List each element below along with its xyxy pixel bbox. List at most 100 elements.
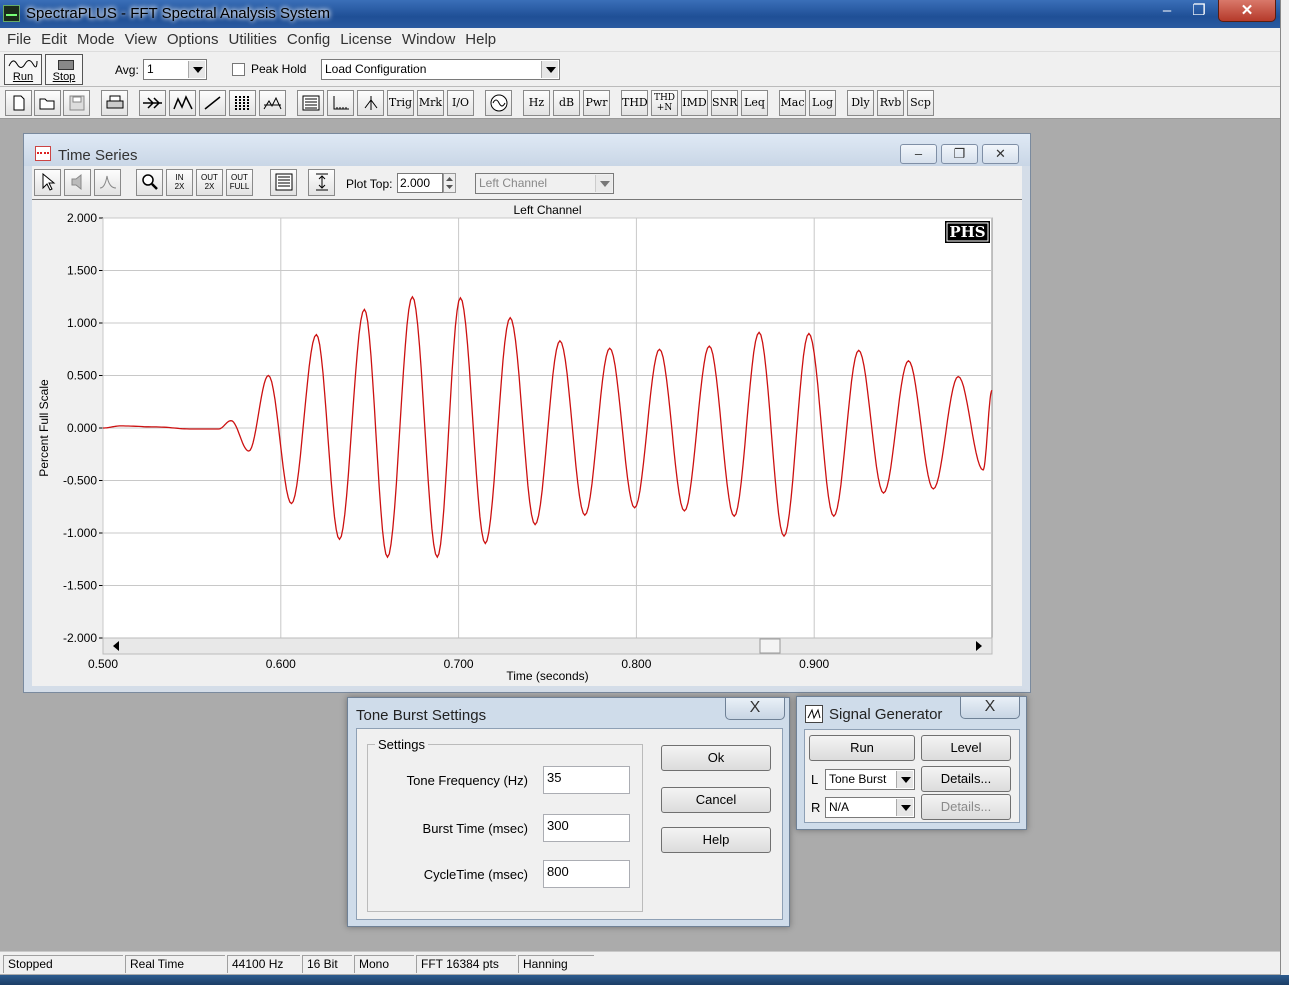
ok-button[interactable]: Ok <box>661 745 771 771</box>
child-close-button[interactable]: ✕ <box>982 144 1019 164</box>
imd-button[interactable]: IMD <box>681 90 708 116</box>
trig-button[interactable]: Trig <box>387 90 414 116</box>
avg-label: Avg: <box>115 63 139 77</box>
snr-button[interactable]: SNR <box>711 90 738 116</box>
chevron-down-icon <box>896 771 913 788</box>
maximize-button[interactable]: ❐ <box>1184 0 1214 22</box>
time-series-title: Time Series <box>58 147 138 164</box>
menu-config[interactable]: Config <box>280 28 333 48</box>
generator-run-button[interactable]: Run <box>809 735 915 761</box>
peak-hold-checkbox[interactable] <box>232 63 245 76</box>
layout-icon <box>302 95 319 111</box>
stop-button[interactable]: Stop <box>45 54 83 85</box>
run-button[interactable]: Run <box>4 54 42 85</box>
generator-level-button[interactable]: Level <box>921 735 1011 761</box>
configuration-select[interactable]: Load Configuration <box>321 59 560 80</box>
log-button[interactable]: Log <box>809 90 836 116</box>
zoom-out-2x-button[interactable]: OUT 2X <box>196 169 223 196</box>
open-file-button[interactable] <box>34 90 61 116</box>
menu-license[interactable]: License <box>333 28 395 48</box>
tone-burst-close-button[interactable]: X <box>725 698 785 720</box>
peak-curve-icon <box>99 175 116 189</box>
status-fft-size: FFT 16384 pts <box>416 955 516 973</box>
peak-button[interactable] <box>94 169 121 196</box>
cursor-button[interactable] <box>357 90 384 116</box>
zoom-button[interactable] <box>136 169 163 196</box>
mode-spectrogram-button[interactable] <box>229 90 256 116</box>
child-maximize-button[interactable]: ❐ <box>941 144 978 164</box>
leq-button[interactable]: Leq <box>741 90 768 116</box>
plot-layout-button[interactable] <box>270 169 297 196</box>
left-signal-select[interactable]: Tone Burst <box>825 769 915 790</box>
sine-wave-icon <box>8 60 38 68</box>
io-button[interactable]: I/O <box>447 90 474 116</box>
menu-options[interactable]: Options <box>160 28 222 48</box>
menu-window[interactable]: Window <box>395 28 458 48</box>
time-series-chart: 2.000 1.500 1.000 0.500 0.000 -0.500 -1.000 -1.… <box>37 203 993 683</box>
zoom-in-2x-button[interactable]: IN 2X <box>166 169 193 196</box>
save-file-button[interactable] <box>63 90 90 116</box>
signal-generator-button[interactable] <box>485 90 512 116</box>
right-signal-value: N/A <box>829 800 850 814</box>
signal-generator-client: Run Level L Tone Burst Details... R N/A … <box>804 729 1020 823</box>
left-signal-value: Tone Burst <box>829 772 887 786</box>
y-tick-label: 1.500 <box>67 264 97 278</box>
layout-icon <box>275 173 292 191</box>
y-tick-label: -1.500 <box>63 579 97 593</box>
mrk-button[interactable]: Mrk <box>417 90 444 116</box>
thd-n-button[interactable]: THD +N <box>651 90 678 116</box>
cancel-button[interactable]: Cancel <box>661 787 771 813</box>
right-signal-select[interactable]: N/A <box>825 797 915 818</box>
desktop-edge <box>1280 0 1289 975</box>
x-tick-label: 0.600 <box>266 657 296 671</box>
zoom-out-full-button[interactable]: OUT FULL <box>226 169 253 196</box>
close-button[interactable]: ✕ <box>1218 0 1276 22</box>
chevron-down-icon <box>541 61 558 78</box>
thd-button[interactable]: THD <box>621 90 648 116</box>
arrow-pointer-icon <box>42 172 55 191</box>
tone-burst-client: Settings Tone Frequency (Hz) 35 Burst Ti… <box>356 728 783 920</box>
pwr-button[interactable]: Pwr <box>583 90 610 116</box>
plot-top-input[interactable]: 2.000 <box>397 173 443 193</box>
mode-3d-button[interactable] <box>259 90 286 116</box>
help-button[interactable]: Help <box>661 827 771 853</box>
tone-frequency-field[interactable]: 35 <box>543 766 630 794</box>
plot-top-spinner[interactable] <box>443 173 456 193</box>
axis-button[interactable] <box>327 90 354 116</box>
menu-file[interactable]: File <box>0 28 34 48</box>
chevron-down-icon <box>188 61 205 78</box>
new-file-button[interactable] <box>5 90 32 116</box>
x-tick-label: 0.900 <box>799 657 829 671</box>
menu-mode[interactable]: Mode <box>70 28 118 48</box>
print-button[interactable] <box>101 90 128 116</box>
axis-icon <box>333 96 349 110</box>
window-layout-button[interactable] <box>297 90 324 116</box>
status-bar: Stopped Real Time 44100 Hz 16 Bit Mono F… <box>0 951 1280 974</box>
magnifier-icon <box>141 174 158 190</box>
signal-generator-close-button[interactable]: X <box>960 697 1020 719</box>
burst-time-field[interactable]: 300 <box>543 814 630 842</box>
plot-area: 2.000 1.500 1.000 0.500 0.000 -0.500 -1.000 -1.… <box>32 200 1022 686</box>
cycle-time-field[interactable]: 800 <box>543 860 630 888</box>
scp-button[interactable]: Scp <box>907 90 934 116</box>
mode-fast-button[interactable] <box>139 90 166 116</box>
mode-ramp-button[interactable] <box>199 90 226 116</box>
db-button[interactable]: dB <box>553 90 580 116</box>
left-details-button[interactable]: Details... <box>921 766 1011 792</box>
menu-view[interactable]: View <box>118 28 160 48</box>
pointer-tool-button[interactable] <box>34 169 61 196</box>
rvb-button[interactable]: Rvb <box>877 90 904 116</box>
avg-select[interactable]: 1 <box>143 59 207 80</box>
minimize-button[interactable]: – <box>1152 0 1182 22</box>
mac-button[interactable]: Mac <box>779 90 806 116</box>
scale-button[interactable] <box>308 169 335 196</box>
speaker-button[interactable] <box>64 169 91 196</box>
menu-edit[interactable]: Edit <box>34 28 70 48</box>
mode-spectrum-button[interactable] <box>169 90 196 116</box>
dly-button[interactable]: Dly <box>847 90 874 116</box>
hz-button[interactable]: Hz <box>523 90 550 116</box>
menu-help[interactable]: Help <box>458 28 499 48</box>
child-minimize-button[interactable]: – <box>900 144 937 164</box>
menu-utilities[interactable]: Utilities <box>222 28 280 48</box>
channel-select[interactable]: Left Channel <box>475 173 614 194</box>
